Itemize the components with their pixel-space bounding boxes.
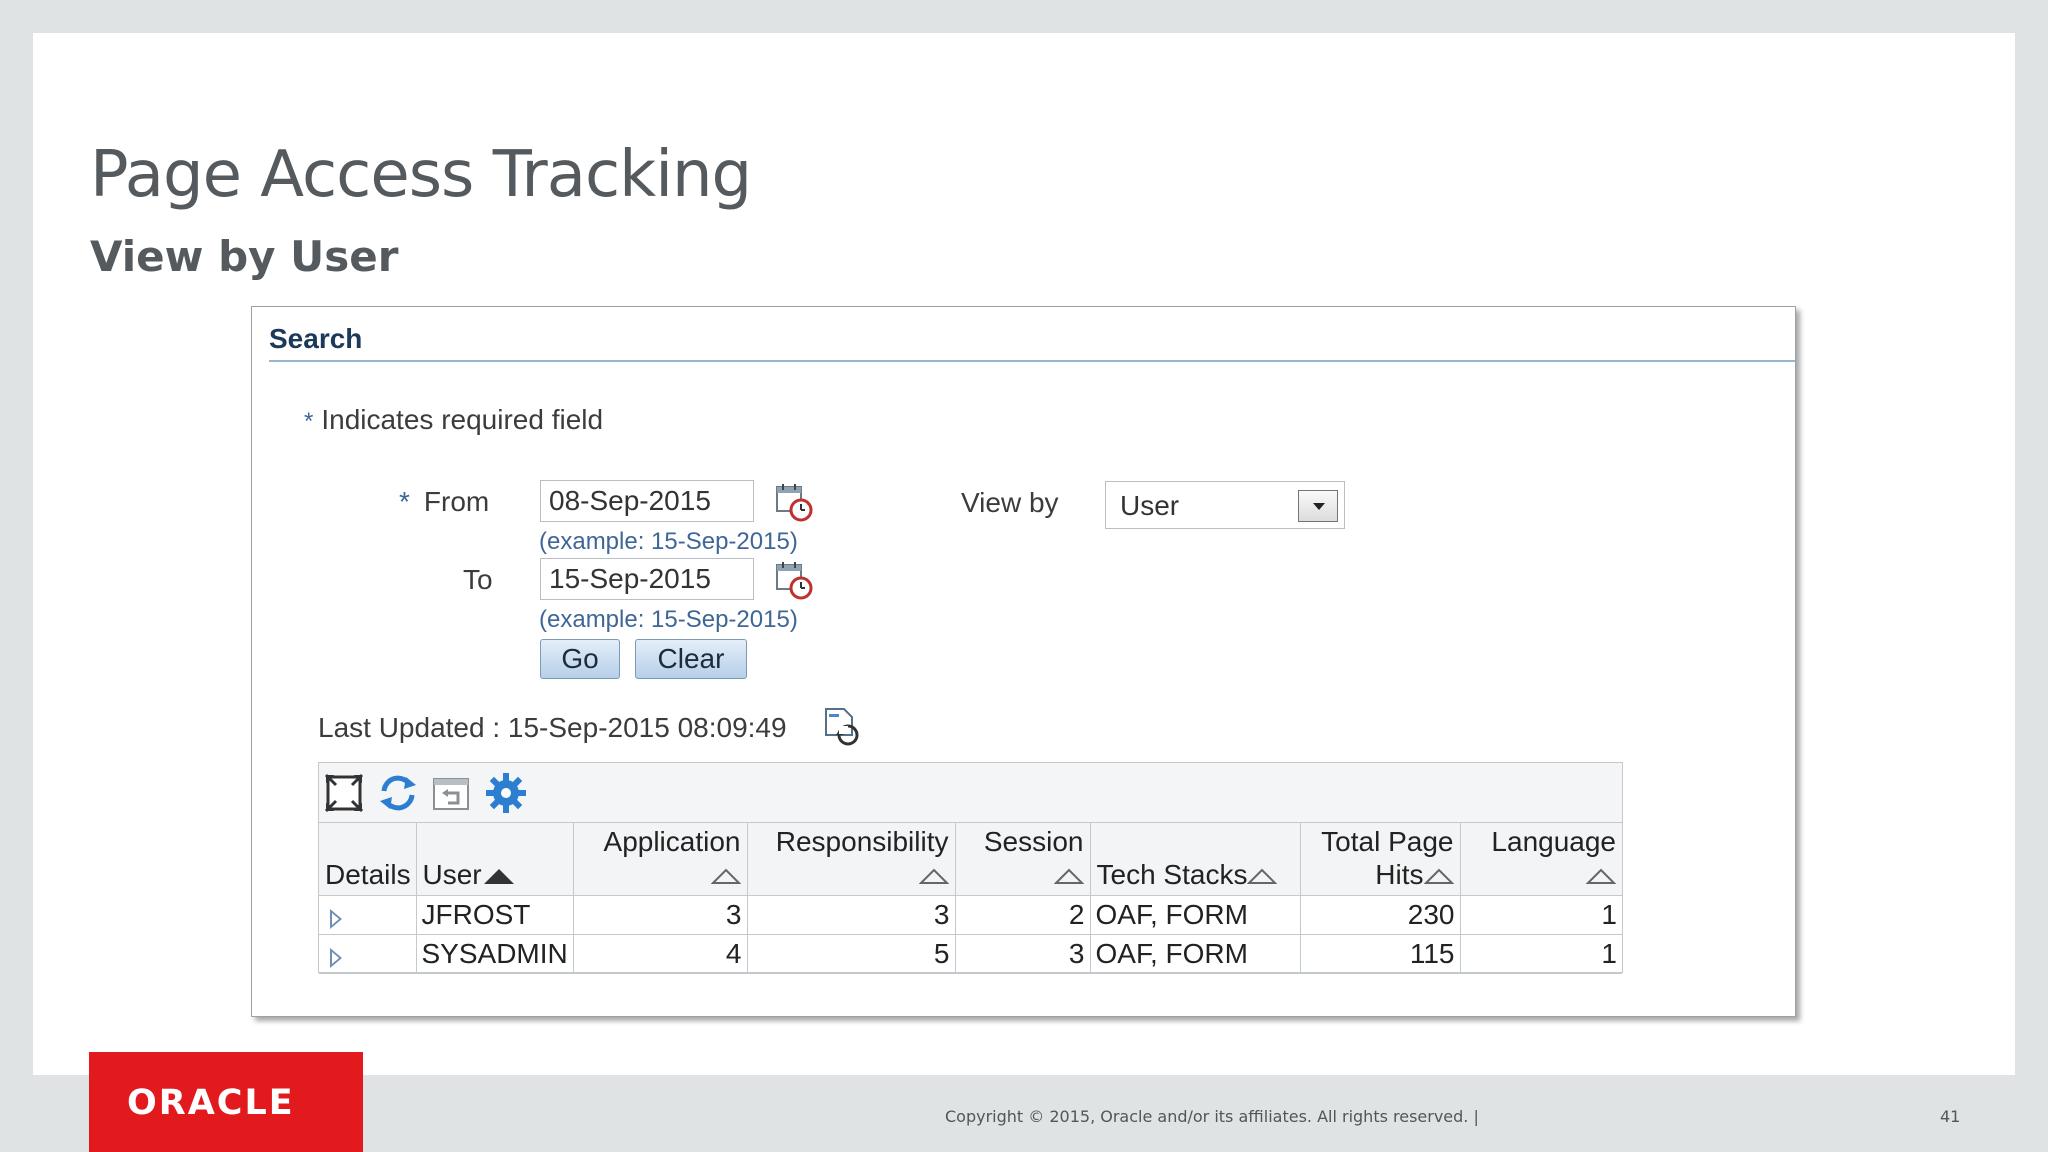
from-date-hint: (example: 15-Sep-2015) bbox=[539, 528, 798, 555]
to-date-hint: (example: 15-Sep-2015) bbox=[539, 606, 798, 633]
col-session-label: Session bbox=[983, 825, 1084, 857]
col-total-page-hits-label: Total Page bbox=[1321, 825, 1454, 857]
col-responsibility[interactable]: Responsibility bbox=[747, 823, 956, 896]
col-details-label: Details bbox=[325, 858, 411, 890]
session-link[interactable]: 3 bbox=[955, 934, 1091, 974]
detach-icon[interactable] bbox=[322, 771, 366, 815]
details-cell[interactable] bbox=[319, 895, 417, 935]
sort-icon[interactable] bbox=[1053, 868, 1084, 885]
session-link[interactable]: 2 bbox=[955, 895, 1091, 935]
application-cell: 3 bbox=[573, 895, 748, 935]
total-page-hits-cell: 230 bbox=[1300, 895, 1461, 935]
language-cell: 1 bbox=[1460, 934, 1622, 974]
to-label: To bbox=[463, 564, 493, 595]
last-updated-text: Last Updated : 15-Sep-2015 08:09:49 bbox=[318, 712, 787, 743]
copyright-text: Copyright © 2015, Oracle and/or its affi… bbox=[945, 1107, 1479, 1126]
col-user-label: User bbox=[422, 858, 482, 890]
col-application-label: Application bbox=[603, 825, 741, 857]
oracle-logo-text: ORACLE bbox=[127, 1083, 295, 1123]
reset-icon[interactable] bbox=[430, 771, 474, 815]
from-calendar-icon[interactable] bbox=[774, 482, 814, 522]
page-subtitle: View by User bbox=[90, 232, 399, 281]
view-by-value: User bbox=[1120, 490, 1180, 521]
refresh-icon[interactable] bbox=[376, 771, 420, 815]
user-cell: JFROST bbox=[416, 895, 574, 935]
required-field-note: * Indicates required field bbox=[304, 404, 603, 436]
required-marker: * bbox=[304, 408, 314, 435]
col-details: Details bbox=[319, 823, 417, 896]
expand-row-icon[interactable] bbox=[330, 947, 342, 968]
page-number: 41 bbox=[1940, 1107, 1961, 1126]
header-row: Details User Application Responsibility … bbox=[319, 823, 1622, 896]
col-user[interactable]: User bbox=[416, 823, 574, 896]
chevron-down-icon[interactable] bbox=[1298, 490, 1338, 522]
table-row: JFROST 3 3 2 OAF, FORM 230 1 bbox=[319, 895, 1622, 935]
go-button[interactable]: Go bbox=[540, 639, 620, 679]
to-date-input[interactable] bbox=[540, 558, 754, 600]
responsibility-cell: 3 bbox=[747, 895, 956, 935]
col-language-label: Language bbox=[1491, 825, 1616, 857]
col-tech-stacks-label: Tech Stacks bbox=[1096, 858, 1248, 890]
from-label: From bbox=[423, 486, 490, 517]
col-session[interactable]: Session bbox=[955, 823, 1091, 896]
sort-icon[interactable] bbox=[1423, 868, 1454, 885]
results-table: Details User Application Responsibility … bbox=[318, 762, 1623, 974]
col-total-page-hits[interactable]: Total Page Hits bbox=[1300, 823, 1461, 896]
sort-icon[interactable] bbox=[918, 868, 949, 885]
refresh-data-icon[interactable] bbox=[820, 705, 864, 749]
from-label-group: * From bbox=[399, 486, 489, 518]
sort-ascending-icon[interactable] bbox=[483, 868, 514, 884]
application-cell: 4 bbox=[573, 934, 748, 974]
to-calendar-icon[interactable] bbox=[774, 560, 814, 600]
table-toolbar bbox=[319, 763, 1622, 823]
from-date-input[interactable] bbox=[540, 480, 754, 522]
oracle-logo: ORACLE bbox=[89, 1052, 363, 1152]
search-header-label: Search bbox=[269, 323, 363, 354]
col-responsibility-label: Responsibility bbox=[775, 825, 949, 857]
tech-stacks-cell: OAF, FORM bbox=[1090, 934, 1301, 974]
sort-icon[interactable] bbox=[1247, 868, 1278, 885]
sort-icon[interactable] bbox=[710, 868, 741, 885]
col-total-page-hits-label-2: Hits bbox=[1375, 858, 1424, 890]
user-cell: SYSADMIN bbox=[416, 934, 574, 974]
expand-row-icon[interactable] bbox=[330, 908, 342, 929]
col-language[interactable]: Language bbox=[1460, 823, 1622, 896]
from-required-marker: * bbox=[399, 486, 410, 517]
required-note-text: Indicates required field bbox=[321, 404, 604, 435]
responsibility-cell: 5 bbox=[747, 934, 956, 974]
table-row: SYSADMIN 4 5 3 OAF, FORM 115 1 bbox=[319, 934, 1622, 974]
col-application[interactable]: Application bbox=[573, 823, 748, 896]
total-page-hits-cell: 115 bbox=[1300, 934, 1461, 974]
language-cell: 1 bbox=[1460, 895, 1622, 935]
results-grid: Details User Application Responsibility … bbox=[319, 823, 1622, 974]
sort-icon[interactable] bbox=[1586, 868, 1616, 885]
search-header: Search bbox=[269, 317, 1795, 362]
settings-icon[interactable] bbox=[484, 771, 528, 815]
search-panel: Search * Indicates required field * From (… bbox=[251, 306, 1796, 1017]
view-by-select[interactable]: User bbox=[1105, 481, 1345, 529]
details-cell[interactable] bbox=[319, 934, 417, 974]
page-title: Page Access Tracking bbox=[90, 138, 752, 212]
view-by-label: View by bbox=[961, 487, 1059, 518]
tech-stacks-cell: OAF, FORM bbox=[1090, 895, 1301, 935]
clear-button[interactable]: Clear bbox=[635, 639, 747, 679]
col-tech-stacks[interactable]: Tech Stacks bbox=[1090, 823, 1301, 896]
